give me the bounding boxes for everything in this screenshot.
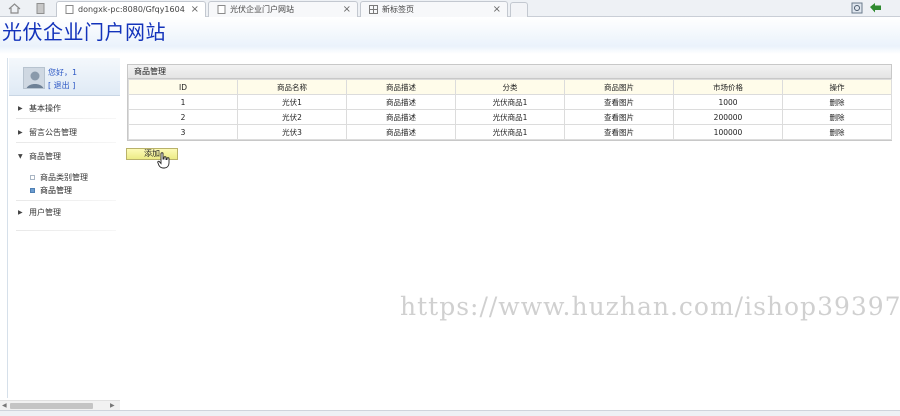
- table-row: 2 光伏2 商品描述 光伏商品1 查看图片 200000 删除: [128, 109, 892, 125]
- table-cell: 光伏商品1: [455, 94, 565, 110]
- table-cell: 1000: [673, 94, 783, 110]
- browser-tab[interactable]: 光伏企业门户网站 ×: [208, 1, 358, 17]
- menu-divider: [16, 200, 116, 201]
- menu-item-product[interactable]: 商品管理: [30, 185, 72, 196]
- triangle-right-icon: ▶: [18, 128, 23, 136]
- triangle-down-icon: ▼: [18, 152, 23, 160]
- home-icon[interactable]: [8, 3, 21, 14]
- menu-basic-ops[interactable]: ▶ 基本操作: [18, 102, 61, 114]
- greeting-text: 您好，1: [48, 68, 78, 77]
- site-title: 光伏企业门户网站: [2, 20, 166, 44]
- table-header-row: ID 商品名称 商品描述 分类 商品图片 市场价格 操作: [128, 79, 892, 95]
- table-cell: 光伏3: [237, 124, 347, 140]
- column-header: 商品图片: [564, 79, 674, 95]
- browser-tab-strip: dongxk-pc:8080/Gfqy1604/q × 光伏企业门户网站 × 新…: [0, 0, 900, 17]
- site-header: 光伏企业门户网站: [0, 17, 900, 47]
- product-table: ID 商品名称 商品描述 分类 商品图片 市场价格 操作 1 光伏1 商品描述 …: [128, 79, 892, 140]
- table-cell: 商品描述: [346, 109, 456, 125]
- table-cell: 光伏1: [237, 94, 347, 110]
- column-header: 市场价格: [673, 79, 783, 95]
- page-favicon-icon: [65, 5, 74, 14]
- tab-title: dongxk-pc:8080/Gfqy1604/q: [78, 5, 185, 14]
- menu-item-product-category[interactable]: 商品类别管理: [30, 172, 88, 183]
- sidebar-horizontal-scrollbar[interactable]: ◀ ▶: [0, 400, 120, 410]
- menu-label: 留言公告管理: [29, 127, 77, 137]
- menu-divider: [16, 230, 116, 231]
- hand-cursor-icon: [157, 152, 171, 169]
- scroll-right-icon[interactable]: ▶: [110, 402, 115, 409]
- bullet-icon: [30, 175, 35, 180]
- tab-close-button[interactable]: ×: [493, 4, 501, 15]
- browser-tab[interactable]: 新标签页 ×: [360, 1, 508, 17]
- delete-link[interactable]: 删除: [782, 124, 892, 140]
- tab-title: 新标签页: [382, 5, 414, 14]
- menu-message-notice[interactable]: ▶ 留言公告管理: [18, 126, 77, 138]
- product-panel: 商品管理 ID 商品名称 商品描述 分类 商品图片 市场价格 操作 1 光伏1 …: [127, 64, 892, 141]
- grid-icon: [369, 5, 378, 14]
- menu-label: 用户管理: [29, 207, 61, 217]
- scroll-left-icon[interactable]: ◀: [2, 402, 7, 409]
- table-row: 1 光伏1 商品描述 光伏商品1 查看图片 1000 删除: [128, 94, 892, 110]
- user-box: 您好，1 [ 退出 ]: [9, 58, 120, 96]
- column-header: 分类: [455, 79, 565, 95]
- table-cell: 商品描述: [346, 94, 456, 110]
- sidebar: 您好，1 [ 退出 ] ▶ 基本操作 ▶ 留言公告管理 ▼ 商品管理 商品类别管…: [7, 58, 120, 398]
- page-icon[interactable]: [36, 3, 45, 14]
- view-image-link[interactable]: 查看图片: [564, 94, 674, 110]
- new-tab-button[interactable]: [510, 2, 528, 17]
- watermark-text: https://www.huzhan.com/ishop39397: [400, 292, 900, 321]
- header-divider: [0, 46, 900, 54]
- delete-link[interactable]: 删除: [782, 94, 892, 110]
- panel-title: 商品管理: [128, 65, 891, 79]
- user-avatar-icon: [23, 67, 45, 89]
- table-row: 3 光伏3 商品描述 光伏商品1 查看图片 100000 删除: [128, 124, 892, 140]
- table-cell: 光伏商品1: [455, 109, 565, 125]
- tab-close-button[interactable]: ×: [343, 4, 351, 15]
- menu-divider: [16, 118, 116, 119]
- delete-link[interactable]: 删除: [782, 109, 892, 125]
- view-image-link[interactable]: 查看图片: [564, 109, 674, 125]
- column-header: ID: [128, 79, 238, 95]
- table-cell: 商品描述: [346, 124, 456, 140]
- logout-link[interactable]: [ 退出 ]: [48, 80, 75, 91]
- menu-label: 基本操作: [29, 103, 61, 113]
- back-arrow-icon[interactable]: [869, 2, 883, 14]
- page-favicon-icon: [217, 5, 226, 14]
- table-cell: 光伏商品1: [455, 124, 565, 140]
- view-image-link[interactable]: 查看图片: [564, 124, 674, 140]
- table-cell: 200000: [673, 109, 783, 125]
- column-header: 操作: [782, 79, 892, 95]
- triangle-right-icon: ▶: [18, 208, 23, 216]
- tab-close-button[interactable]: ×: [191, 4, 199, 15]
- column-header: 商品描述: [346, 79, 456, 95]
- menu-product-management[interactable]: ▼ 商品管理: [18, 150, 61, 162]
- browser-status-bar: [0, 410, 900, 416]
- menu-label: 商品管理: [29, 151, 61, 161]
- table-cell: 1: [128, 94, 238, 110]
- triangle-right-icon: ▶: [18, 104, 23, 112]
- menu-user-management[interactable]: ▶ 用户管理: [18, 206, 61, 218]
- column-header: 商品名称: [237, 79, 347, 95]
- menu-item-label: 商品类别管理: [40, 173, 88, 182]
- scrollbar-thumb[interactable]: [10, 403, 93, 409]
- bullet-icon: [30, 188, 35, 193]
- table-cell: 3: [128, 124, 238, 140]
- menu-divider: [16, 142, 116, 143]
- settings-icon[interactable]: [851, 2, 863, 14]
- table-cell: 100000: [673, 124, 783, 140]
- menu-item-label: 商品管理: [40, 186, 72, 195]
- browser-tab[interactable]: dongxk-pc:8080/Gfqy1604/q ×: [56, 1, 206, 17]
- table-cell: 2: [128, 109, 238, 125]
- table-cell: 光伏2: [237, 109, 347, 125]
- tab-title: 光伏企业门户网站: [230, 5, 294, 14]
